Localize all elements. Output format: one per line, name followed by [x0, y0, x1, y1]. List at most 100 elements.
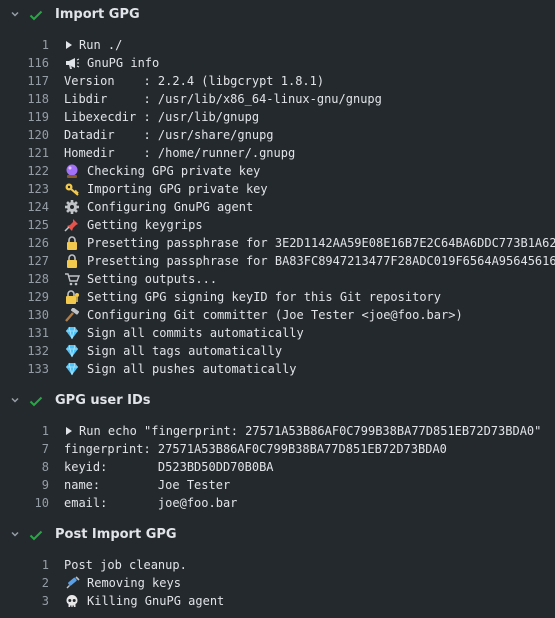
gear-icon — [64, 200, 80, 214]
log-line: 1 Run echo "fingerprint: 27571A53B86AF0C7… — [0, 422, 555, 440]
gem-icon — [64, 326, 80, 340]
expand-triangle-icon[interactable] — [66, 427, 72, 435]
line-number[interactable]: 122 — [0, 162, 64, 180]
workflow-log: Import GPG 1 Run ./116 GnuPG info 117 Version… — [0, 0, 555, 618]
log-line: 120 Datadir : /usr/share/gnupg — [0, 126, 555, 144]
log-text: Version : 2.2.4 (libgcrypt 1.8.1) — [64, 74, 325, 88]
log-text: Setting GPG signing keyID for this Git r… — [87, 290, 442, 304]
log-line-content: Presetting passphrase for BA83FC89472134… — [64, 252, 555, 270]
log-text: Presetting passphrase for 3E2D1142AA59E0… — [87, 236, 555, 250]
log-line: 121 Homedir : /home/runner/.gnupg — [0, 144, 555, 162]
line-number[interactable]: 123 — [0, 180, 64, 198]
log-line: 130 Configuring Git committer (Joe Tester… — [0, 306, 555, 324]
line-number[interactable]: 133 — [0, 360, 64, 378]
line-number[interactable]: 1 — [0, 422, 64, 440]
log-line-content: Removing keys — [64, 574, 181, 592]
log-text: Datadir : /usr/share/gnupg — [64, 128, 274, 142]
log-line-content: Libexecdir : /usr/lib/gnupg — [64, 108, 259, 126]
log-line-content: Configuring Git committer (Joe Tester <j… — [64, 306, 463, 324]
log-text: Removing keys — [87, 576, 181, 590]
log-line-content: Killing GnuPG agent — [64, 592, 224, 610]
check-icon — [28, 527, 44, 543]
log-text: Getting keygrips — [87, 218, 203, 232]
crystal-ball-icon — [64, 164, 80, 178]
line-number[interactable]: 121 — [0, 144, 64, 162]
line-number[interactable]: 116 — [0, 54, 64, 72]
line-number[interactable]: 119 — [0, 108, 64, 126]
log-text: Run ./ — [79, 38, 123, 52]
gem-icon — [64, 344, 80, 358]
log-output: 1 Run ./ 116 GnuPG info 117 Version : 2.2.4 (… — [0, 30, 555, 386]
log-text: Importing GPG private key — [87, 182, 268, 196]
expand-triangle-icon[interactable] — [66, 41, 72, 49]
line-number[interactable]: 2 — [0, 574, 64, 592]
log-line-content: Importing GPG private key — [64, 180, 268, 198]
log-line-content: Getting keygrips — [64, 216, 203, 234]
line-number[interactable]: 132 — [0, 342, 64, 360]
log-line-content: Libdir : /usr/lib/x86_64-linux-gnu/gnupg — [64, 90, 382, 108]
chevron-down-icon[interactable] — [10, 9, 20, 19]
step-header[interactable]: GPG user IDs — [0, 386, 555, 416]
line-number[interactable]: 117 — [0, 72, 64, 90]
line-number[interactable]: 118 — [0, 90, 64, 108]
log-line-content: email: joe@foo.bar — [64, 494, 237, 512]
log-line: 9 name: Joe Tester — [0, 476, 555, 494]
line-number[interactable]: 10 — [0, 494, 64, 512]
log-text: Libdir : /usr/lib/x86_64-linux-gnu/gnupg — [64, 92, 382, 106]
log-text: fingerprint: 27571A53B86AF0C799B38BA77D8… — [64, 442, 447, 456]
log-line: 118 Libdir : /usr/lib/x86_64-linux-gnu/gn… — [0, 90, 555, 108]
log-line-content: Homedir : /home/runner/.gnupg — [64, 144, 295, 162]
line-number[interactable]: 129 — [0, 288, 64, 306]
log-line: 129 Setting GPG signing keyID for this Gi… — [0, 288, 555, 306]
log-line: 10 email: joe@foo.bar — [0, 494, 555, 512]
line-number[interactable]: 130 — [0, 306, 64, 324]
log-text: Run echo "fingerprint: 27571A53B86AF0C79… — [79, 424, 542, 438]
log-text: Configuring GnuPG agent — [87, 200, 254, 214]
pushpin-icon — [64, 218, 80, 232]
log-text: Sign all commits automatically — [87, 326, 304, 340]
log-line: 124 Configuring GnuPG agent — [0, 198, 555, 216]
line-number[interactable]: 3 — [0, 592, 64, 610]
log-line-content: Datadir : /usr/share/gnupg — [64, 126, 274, 144]
chevron-down-icon[interactable] — [10, 395, 20, 405]
log-text: Configuring Git committer (Joe Tester <j… — [87, 308, 463, 322]
log-line: 3 Killing GnuPG agent — [0, 592, 555, 610]
log-line: 132 Sign all tags automatically — [0, 342, 555, 360]
step-title: Import GPG — [55, 7, 140, 22]
line-number[interactable]: 7 — [0, 440, 64, 458]
line-number[interactable]: 128 — [0, 270, 64, 288]
log-line: 133 Sign all pushes automatically — [0, 360, 555, 378]
log-text: GnuPG info — [87, 56, 160, 70]
line-number[interactable]: 126 — [0, 234, 64, 252]
step-header[interactable]: Post Import GPG — [0, 520, 555, 550]
step-title: Post Import GPG — [55, 527, 177, 542]
step-header[interactable]: Import GPG — [0, 0, 555, 30]
line-number[interactable]: 125 — [0, 216, 64, 234]
log-line-content: Setting outputs... — [64, 270, 217, 288]
log-text: Checking GPG private key — [87, 164, 261, 178]
log-line: 126 Presetting passphrase for 3E2D1142AA5… — [0, 234, 555, 252]
log-line-content: Sign all tags automatically — [64, 342, 282, 360]
log-text: Sign all pushes automatically — [87, 362, 297, 376]
log-text: Post job cleanup. — [64, 558, 187, 572]
line-number[interactable]: 1 — [0, 36, 64, 54]
line-number[interactable]: 127 — [0, 252, 64, 270]
log-line-content: fingerprint: 27571A53B86AF0C799B38BA77D8… — [64, 440, 447, 458]
hammer-icon — [64, 308, 80, 322]
step-section: Post Import GPG 1 Post job cleanup. 2 Removi… — [0, 520, 555, 618]
line-number[interactable]: 8 — [0, 458, 64, 476]
line-number[interactable]: 124 — [0, 198, 64, 216]
log-line: 8 keyid: D523BD50DD70B0BA — [0, 458, 555, 476]
log-line: 116 GnuPG info — [0, 54, 555, 72]
line-number[interactable]: 120 — [0, 126, 64, 144]
chevron-down-icon[interactable] — [10, 529, 20, 539]
lock-icon — [64, 236, 80, 250]
log-line-content: Presetting passphrase for 3E2D1142AA59E0… — [64, 234, 555, 252]
line-number[interactable]: 131 — [0, 324, 64, 342]
step-section: GPG user IDs 1 Run echo "fingerprint: 2757… — [0, 386, 555, 520]
line-number[interactable]: 1 — [0, 556, 64, 574]
log-line: 7 fingerprint: 27571A53B86AF0C799B38BA77D… — [0, 440, 555, 458]
line-number[interactable]: 9 — [0, 476, 64, 494]
log-line: 122 Checking GPG private key — [0, 162, 555, 180]
lock-icon — [64, 254, 80, 268]
